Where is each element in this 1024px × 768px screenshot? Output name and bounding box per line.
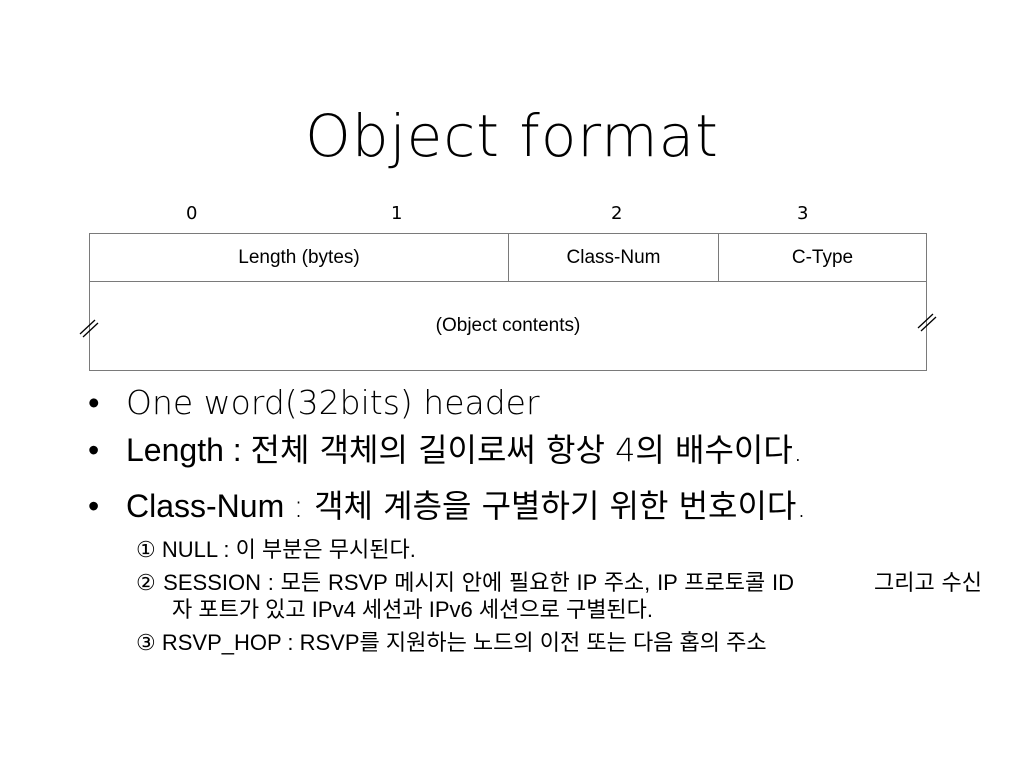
bullet-length: • Length : 전체 객체의 길이로써 항상 4의 배수이다. bbox=[88, 426, 948, 474]
class-num-field: Class-Num bbox=[509, 234, 719, 281]
bit-label-0: 0 bbox=[186, 203, 198, 224]
sub-item-session: ② SESSION : 모든 RSVP 메시지 안에 필요한 IP 주소, IP… bbox=[88, 569, 982, 623]
bullet-dot: • bbox=[88, 488, 100, 524]
bit-label-1: 1 bbox=[391, 203, 403, 224]
sub-item-rsvp-hop: ③ RSVP_HOP : RSVP를 지원하는 노드의 이전 또는 다음 홉의 … bbox=[136, 630, 767, 655]
length-field: Length (bytes) bbox=[90, 234, 509, 281]
bullet-class-num-term: Class-Num bbox=[126, 488, 294, 524]
left-break-mark-icon bbox=[79, 319, 99, 338]
sub-item-session-a: ② SESSION : 모든 RSVP 메시지 안에 필요한 IP 주소, IP… bbox=[136, 570, 794, 595]
bullet-header-text: One word(32bits) header bbox=[126, 383, 540, 422]
bullet-header: • One word(32bits) header bbox=[88, 380, 948, 426]
bullet-list: • One word(32bits) header • Length : 전체 … bbox=[88, 380, 982, 656]
bit-label-3: 3 bbox=[797, 203, 809, 224]
bullet-dot: • bbox=[88, 432, 100, 468]
bullet-length-text: 전체 객체의 길이로써 항상 4의 배수이다. bbox=[250, 431, 803, 469]
bullet-length-term: Length : bbox=[126, 432, 251, 468]
bullet-dot: • bbox=[88, 384, 100, 421]
object-format-diagram: Length (bytes) Class-Num C-Type (Object … bbox=[89, 233, 927, 371]
object-contents-field: (Object contents) bbox=[435, 315, 581, 336]
header-row: Length (bytes) Class-Num C-Type bbox=[90, 234, 926, 282]
sub-item-null: ① NULL : 이 부분은 무시된다. bbox=[136, 537, 416, 562]
bit-label-2: 2 bbox=[611, 203, 623, 224]
bullet-class-num: • Class-Num : 객체 계층을 구별하기 위한 번호이다. bbox=[88, 482, 948, 530]
right-break-mark-icon bbox=[917, 313, 937, 332]
slide: Object format 0 1 2 3 Length (bytes) Cla… bbox=[0, 0, 1024, 768]
slide-title: Object format bbox=[305, 102, 719, 170]
c-type-field: C-Type bbox=[791, 246, 854, 268]
bullet-class-num-text: : 객체 계층을 구별하기 위한 번호이다. bbox=[293, 487, 807, 525]
